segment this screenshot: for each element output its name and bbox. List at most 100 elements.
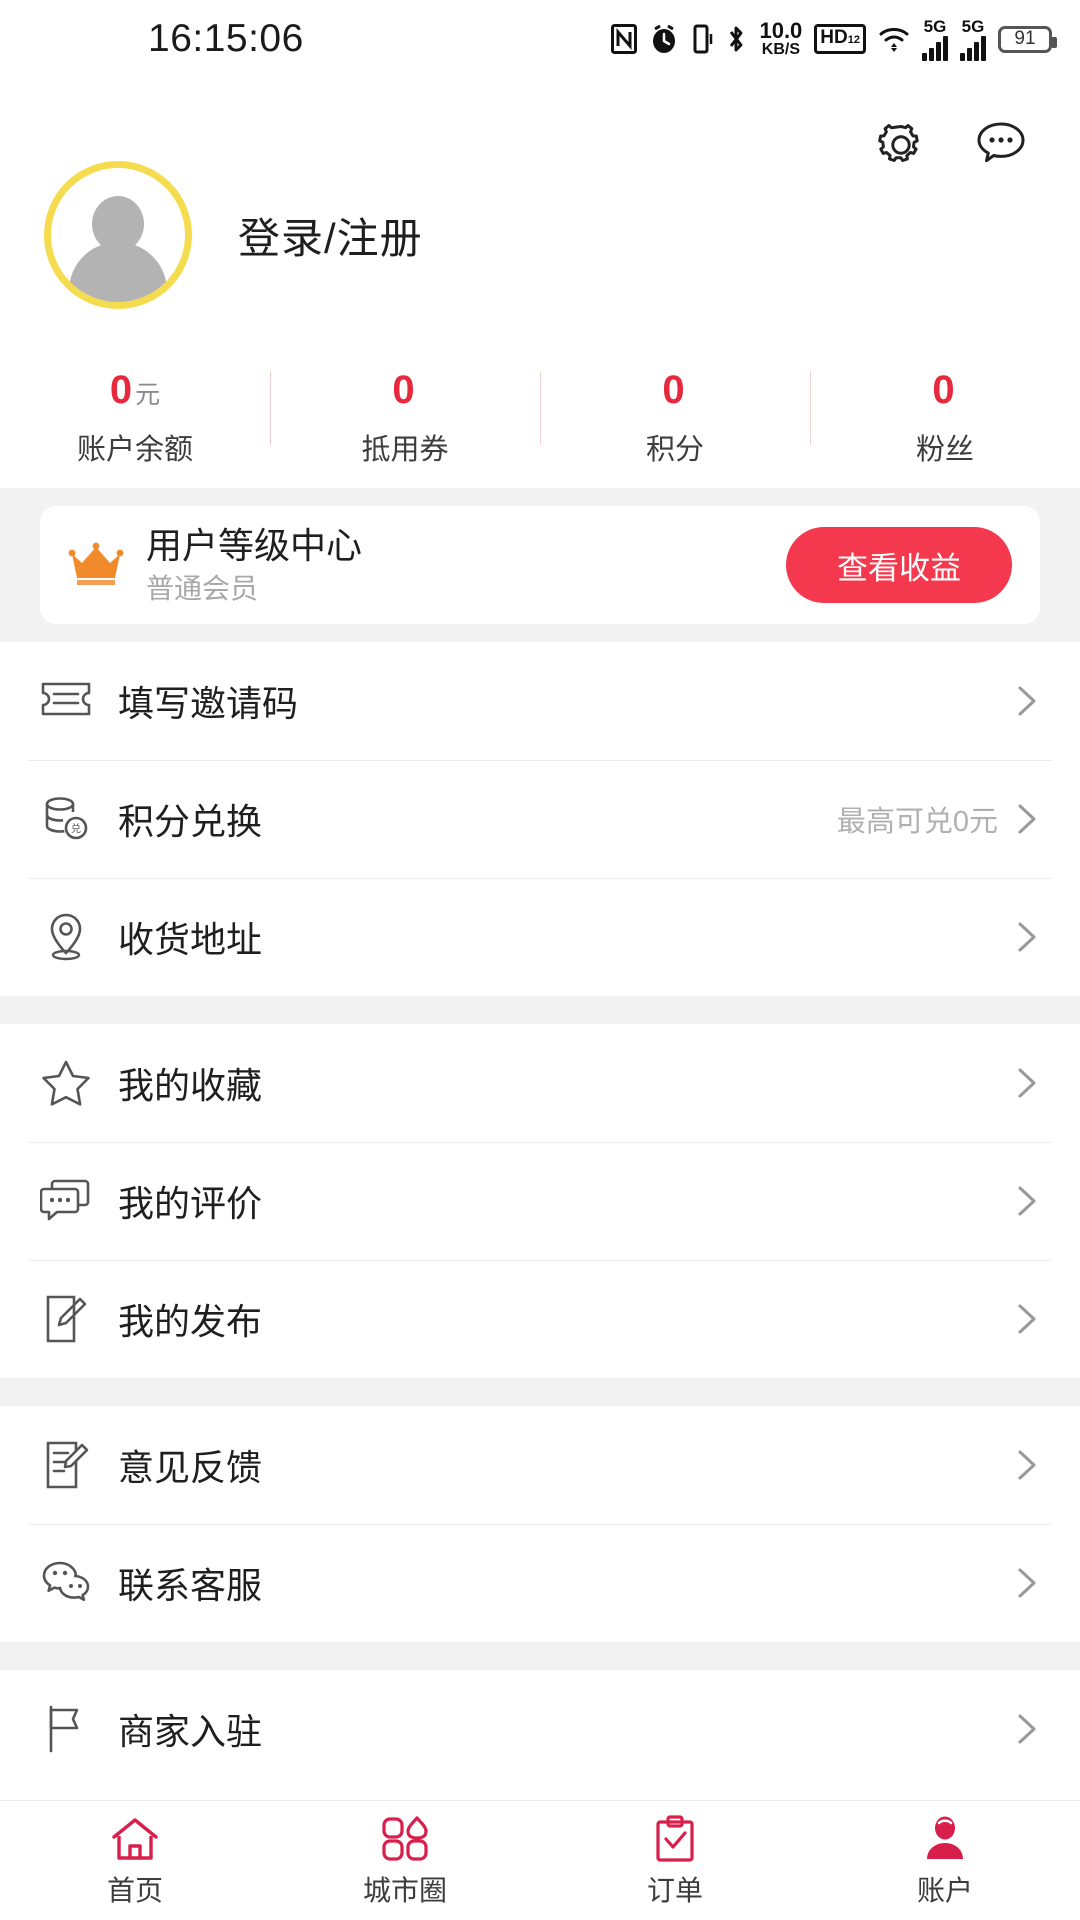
- svg-text:兑: 兑: [71, 822, 81, 835]
- menu-item-label: 我的发布: [118, 1301, 263, 1342]
- bluetooth-icon: [725, 24, 747, 54]
- stat-label: 账户余额: [76, 433, 193, 466]
- chevron-right-icon: [1014, 1302, 1040, 1336]
- stat-value: 0: [662, 365, 687, 420]
- ticket-icon: [40, 675, 92, 727]
- menu-item-label: 商家入驻: [118, 1711, 263, 1752]
- edit-note-icon: [40, 1293, 92, 1345]
- hd-voice-icon: HD 1 2: [814, 24, 866, 54]
- avatar-body-shape: [69, 242, 167, 302]
- tab-city-circle[interactable]: 城市圈: [270, 1813, 540, 1909]
- chevron-right-icon: [1014, 802, 1040, 836]
- stat-balance[interactable]: 0元 账户余额: [0, 365, 270, 468]
- city-circle-icon: [380, 1813, 430, 1865]
- menu-group-1: 填写邀请码 兑 积分兑换 最高可兑0元 收货地址: [0, 642, 1080, 996]
- app-screen: 16:15:06 10.0 KB/S HD 1 2 5G 5G 91 登录/注册…: [0, 0, 1080, 1920]
- stat-coupons[interactable]: 0 抵用券: [270, 365, 540, 468]
- chevron-right-icon: [1014, 1712, 1040, 1746]
- stat-points[interactable]: 0 积分: [540, 365, 810, 468]
- stat-label: 粉丝: [915, 433, 974, 466]
- tab-label: 账户: [916, 1874, 973, 1906]
- menu-group-2: 我的收藏 我的评价 我的发布: [0, 1024, 1080, 1378]
- stat-number: 0: [109, 367, 133, 412]
- stat-value: 0: [932, 365, 957, 420]
- tab-account[interactable]: 账户: [810, 1813, 1080, 1909]
- order-clipboard-icon: [652, 1813, 698, 1865]
- menu-item-label: 收货地址: [118, 919, 263, 960]
- menu-group-4: 商家入驻: [0, 1670, 1080, 1788]
- customer-service-icon: [40, 1557, 92, 1609]
- menu-item-customer-service[interactable]: 联系客服: [0, 1524, 1080, 1642]
- stat-number: 0: [932, 367, 955, 412]
- vibrate-icon: [691, 24, 713, 54]
- menu-item-my-posts[interactable]: 我的发布: [0, 1260, 1080, 1378]
- vip-card-texts: 用户等级中心 普通会员: [146, 524, 362, 606]
- feedback-icon: [40, 1439, 92, 1491]
- sim2-signal-icon: 5G: [960, 18, 986, 61]
- menu-item-favorites[interactable]: 我的收藏: [0, 1024, 1080, 1142]
- avatar[interactable]: [44, 161, 192, 309]
- menu-item-label: 填写邀请码: [118, 683, 299, 724]
- comment-icon: [40, 1175, 92, 1227]
- menu-item-merchant-entry[interactable]: 商家入驻: [0, 1670, 1080, 1788]
- hd-label: HD: [820, 27, 848, 48]
- status-bar: 16:15:06 10.0 KB/S HD 1 2 5G 5G 91: [0, 0, 1080, 78]
- sim1-label: 5G: [923, 16, 947, 36]
- tab-orders[interactable]: 订单: [540, 1813, 810, 1909]
- network-speed-unit: KB/S: [761, 40, 800, 58]
- menu-group-3: 意见反馈 联系客服: [0, 1406, 1080, 1642]
- stat-value: 0元: [110, 365, 160, 420]
- vip-card-band: 用户等级中心 普通会员 查看收益: [0, 488, 1080, 642]
- stat-label: 抵用券: [361, 433, 449, 466]
- chevron-right-icon: [1014, 920, 1040, 954]
- menu-item-label: 联系客服: [118, 1565, 263, 1606]
- menu-item-points-exchange[interactable]: 兑 积分兑换 最高可兑0元: [0, 760, 1080, 878]
- menu-item-label: 我的评价: [118, 1183, 263, 1224]
- tab-label: 城市圈: [362, 1874, 447, 1906]
- bottom-tab-bar: 首页 城市圈 订单 账户: [0, 1800, 1080, 1920]
- hd-sub: 2: [853, 34, 860, 46]
- chevron-right-icon: [1014, 684, 1040, 718]
- battery-level: 91: [1014, 28, 1036, 49]
- group-separator: [0, 1642, 1080, 1670]
- coins-icon: 兑: [40, 793, 92, 845]
- menu-item-feedback[interactable]: 意见反馈: [0, 1406, 1080, 1524]
- status-bar-icons: 10.0 KB/S HD 1 2 5G 5G 91: [611, 18, 1057, 61]
- menu-item-label: 意见反馈: [118, 1447, 263, 1488]
- account-person-icon: [921, 1813, 969, 1865]
- profile-header[interactable]: 登录/注册: [0, 161, 1080, 309]
- menu-item-shipping-address[interactable]: 收货地址: [0, 878, 1080, 996]
- menu-item-label: 积分兑换: [118, 801, 263, 842]
- nfc-icon: [611, 24, 638, 54]
- vip-level-card[interactable]: 用户等级中心 普通会员 查看收益: [40, 506, 1040, 624]
- star-icon: [40, 1057, 92, 1109]
- network-speed-indicator: 10.0 KB/S: [759, 20, 802, 58]
- stat-number: 0: [392, 367, 415, 412]
- stat-unit: 元: [135, 380, 161, 409]
- tab-home[interactable]: 首页: [0, 1813, 270, 1909]
- vip-title: 用户等级中心: [146, 525, 363, 566]
- tab-label: 首页: [106, 1874, 163, 1906]
- stat-number: 0: [662, 367, 685, 412]
- stat-value: 0: [392, 365, 417, 420]
- stats-row: 0元 账户余额 0 抵用券 0 积分 0 粉丝: [0, 356, 1080, 476]
- tab-label: 订单: [646, 1874, 703, 1906]
- battery-indicator: 91: [998, 25, 1057, 53]
- menu-item-label: 我的收藏: [118, 1065, 263, 1106]
- login-register-link[interactable]: 登录/注册: [238, 205, 423, 266]
- menu-item-invite-code[interactable]: 填写邀请码: [0, 642, 1080, 760]
- location-pin-icon: [40, 911, 92, 963]
- alarm-icon: [649, 24, 679, 54]
- menu-item-extra: 最高可兑0元: [836, 806, 998, 838]
- sim2-label: 5G: [961, 16, 985, 36]
- flag-icon: [40, 1703, 92, 1755]
- menu-item-reviews[interactable]: 我的评价: [0, 1142, 1080, 1260]
- sim1-signal-icon: 5G: [922, 18, 948, 61]
- stat-fans[interactable]: 0 粉丝: [810, 365, 1080, 468]
- group-separator: [0, 996, 1080, 1024]
- wifi-icon: [878, 25, 910, 53]
- chevron-right-icon: [1014, 1184, 1040, 1218]
- status-bar-clock: 16:15:06: [148, 17, 304, 60]
- view-earnings-button[interactable]: 查看收益: [786, 527, 1012, 603]
- stat-label: 积分: [645, 433, 704, 466]
